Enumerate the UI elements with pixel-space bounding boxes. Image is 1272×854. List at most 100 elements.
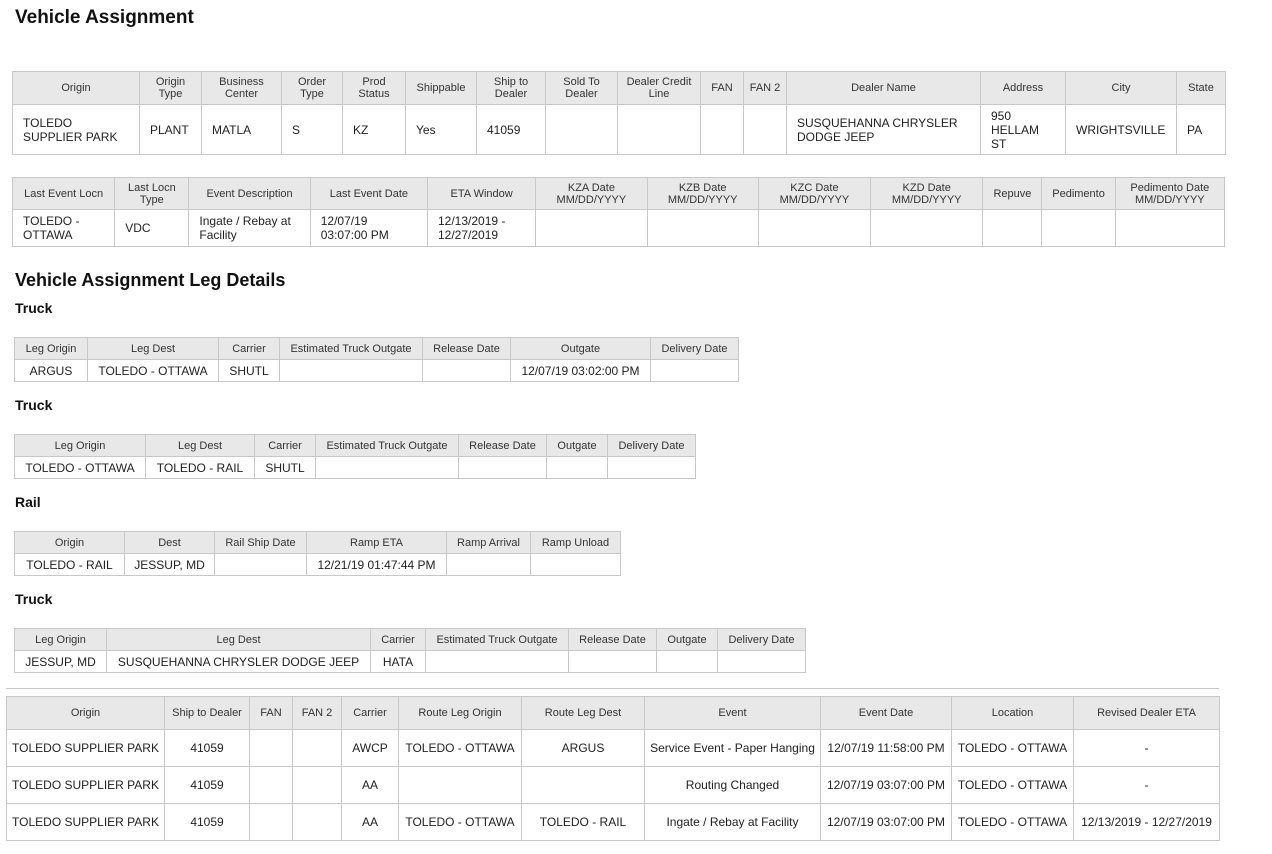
col-header-carrier: Carrier xyxy=(254,434,316,457)
cell-carrier: AA xyxy=(341,803,399,841)
cell-outgate xyxy=(546,456,608,479)
event-table: Last Event Locn Last Locn Type Event Descr… xyxy=(11,177,1226,247)
cell-fan-2 xyxy=(743,104,787,155)
cell-state: PA xyxy=(1176,104,1226,155)
cell-rail-ship-date xyxy=(214,553,307,576)
cell-release-date xyxy=(458,456,547,479)
col-header-leg-origin: Leg Origin xyxy=(14,628,107,651)
cell-fan-2 xyxy=(292,729,342,767)
col-header-address: Address xyxy=(980,71,1066,105)
cell-kzc-date-mm-dd-yyyy xyxy=(757,209,872,247)
page-title: Vehicle Assignment xyxy=(15,7,194,28)
cell-origin-type: PLANT xyxy=(139,104,202,155)
cell-release-date xyxy=(422,359,511,382)
col-header-carrier: Carrier xyxy=(370,628,426,651)
cell-ship-to-dealer: 41059 xyxy=(164,729,250,767)
col-header-last-locn-type: Last Locn Type xyxy=(114,177,190,210)
cell-fan xyxy=(249,803,293,841)
cell-carrier: AWCP xyxy=(341,729,399,767)
cell-location: TOLEDO - OTTAWA xyxy=(951,803,1074,841)
cell-revised-dealer-eta: - xyxy=(1073,729,1220,767)
table-row: TOLEDO SUPPLIER PARK 41059 AWCP TOLEDO - OT… xyxy=(6,729,1220,767)
cell-release-date xyxy=(568,650,657,673)
col-header-origin: Origin xyxy=(14,531,125,554)
col-header-last-event-locn: Last Event Locn xyxy=(11,177,116,210)
col-header-origin: Origin xyxy=(12,71,140,105)
col-header-carrier: Carrier xyxy=(218,337,280,360)
col-header-last-event-date: Last Event Date xyxy=(309,177,429,210)
col-header-origin: Origin xyxy=(6,696,165,730)
cell-estimated-truck-outgate xyxy=(315,456,459,479)
leg-title-truck: Truck xyxy=(15,300,53,316)
col-header-ramp-unload: Ramp Unload xyxy=(530,531,621,554)
cell-leg-origin: TOLEDO - OTTAWA xyxy=(14,456,146,479)
col-header-event: Event xyxy=(644,696,821,730)
cell-last-event-locn: TOLEDO - OTTAWA xyxy=(11,209,116,247)
col-header-ship-to-dealer: Ship to Dealer xyxy=(476,71,546,105)
col-header-eta-window: ETA Window xyxy=(426,177,537,210)
cell-carrier: SHUTL xyxy=(254,456,316,479)
cell-outgate: 12/07/19 03:02:00 PM xyxy=(510,359,651,382)
cell-fan-2 xyxy=(292,766,342,804)
cell-dealer-credit-line xyxy=(617,104,701,155)
cell-delivery-date xyxy=(650,359,739,382)
col-header-leg-origin: Leg Origin xyxy=(14,434,146,457)
cell-location: TOLEDO - OTTAWA xyxy=(951,766,1074,804)
cell-event-date: 12/07/19 03:07:00 PM xyxy=(820,803,952,841)
col-header-outgate: Outgate xyxy=(656,628,718,651)
col-header-kza-date-mm-dd-yyyy: KZA Date MM/DD/YYYY xyxy=(535,177,648,210)
col-header-rail-ship-date: Rail Ship Date xyxy=(214,531,307,554)
col-header-leg-dest: Leg Dest xyxy=(106,628,371,651)
col-header-pedimento: Pedimento xyxy=(1041,177,1116,210)
col-header-fan-2: FAN 2 xyxy=(292,696,342,730)
col-header-fan-2: FAN 2 xyxy=(743,71,787,105)
cell-estimated-truck-outgate xyxy=(279,359,423,382)
col-header-kzd-date-mm-dd-yyyy: KZD Date MM/DD/YYYY xyxy=(870,177,984,210)
history-divider xyxy=(6,688,1219,689)
cell-origin: TOLEDO SUPPLIER PARK xyxy=(6,766,165,804)
col-header-dest: Dest xyxy=(124,531,215,554)
cell-route-leg-origin xyxy=(398,766,522,804)
cell-leg-dest: TOLEDO - OTTAWA xyxy=(87,359,219,382)
cell-route-leg-origin: TOLEDO - OTTAWA xyxy=(398,803,522,841)
cell-event-date: 12/07/19 11:58:00 PM xyxy=(820,729,952,767)
col-header-delivery-date: Delivery Date xyxy=(650,337,739,360)
col-header-release-date: Release Date xyxy=(422,337,511,360)
cell-event: Routing Changed xyxy=(644,766,821,804)
col-header-order-type: Order Type xyxy=(281,71,343,105)
col-header-business-center: Business Center xyxy=(201,71,282,105)
col-header-estimated-truck-outgate: Estimated Truck Outgate xyxy=(279,337,423,360)
cell-dealer-name: SUSQUEHANNA CHRYSLER DODGE JEEP xyxy=(786,104,981,155)
col-header-kzc-date-mm-dd-yyyy: KZC Date MM/DD/YYYY xyxy=(757,177,872,210)
col-header-leg-dest: Leg Dest xyxy=(145,434,255,457)
cell-location: TOLEDO - OTTAWA xyxy=(951,729,1074,767)
cell-eta-window: 12/13/2019 - 12/27/2019 xyxy=(426,209,537,247)
cell-route-leg-dest: TOLEDO - RAIL xyxy=(521,803,645,841)
cell-carrier: AA xyxy=(341,766,399,804)
cell-ramp-unload xyxy=(530,553,621,576)
col-header-leg-origin: Leg Origin xyxy=(14,337,88,360)
cell-route-leg-origin: TOLEDO - OTTAWA xyxy=(398,729,522,767)
col-header-route-leg-dest: Route Leg Dest xyxy=(521,696,645,730)
cell-address: 950 HELLAM ST xyxy=(980,104,1066,155)
col-header-delivery-date: Delivery Date xyxy=(607,434,696,457)
cell-leg-origin: ARGUS xyxy=(14,359,88,382)
col-header-dealer-credit-line: Dealer Credit Line xyxy=(617,71,701,105)
cell-event-date: 12/07/19 03:07:00 PM xyxy=(820,766,952,804)
history-table: Origin Ship to Dealer FAN FAN 2 Carrier Route… xyxy=(6,696,1220,841)
cell-outgate xyxy=(656,650,718,673)
cell-fan-2 xyxy=(292,803,342,841)
cell-order-type: S xyxy=(281,104,343,155)
col-header-kzb-date-mm-dd-yyyy: KZB Date MM/DD/YYYY xyxy=(646,177,759,210)
leg-title-truck: Truck xyxy=(15,591,53,607)
cell-kzb-date-mm-dd-yyyy xyxy=(646,209,759,247)
cell-city: WRIGHTSVILLE xyxy=(1065,104,1177,155)
table-row: TOLEDO SUPPLIER PARK 41059 AA Routing Chang… xyxy=(6,766,1220,804)
col-header-fan: FAN xyxy=(249,696,293,730)
col-header-estimated-truck-outgate: Estimated Truck Outgate xyxy=(425,628,569,651)
leg-title-rail: Rail xyxy=(15,494,41,510)
leg-table-truck-3: Leg Origin Leg Dest Carrier Estimated Truck… xyxy=(14,628,806,673)
col-header-city: City xyxy=(1065,71,1177,105)
col-header-origin-type: Origin Type xyxy=(139,71,202,105)
col-header-ramp-eta: Ramp ETA xyxy=(306,531,447,554)
